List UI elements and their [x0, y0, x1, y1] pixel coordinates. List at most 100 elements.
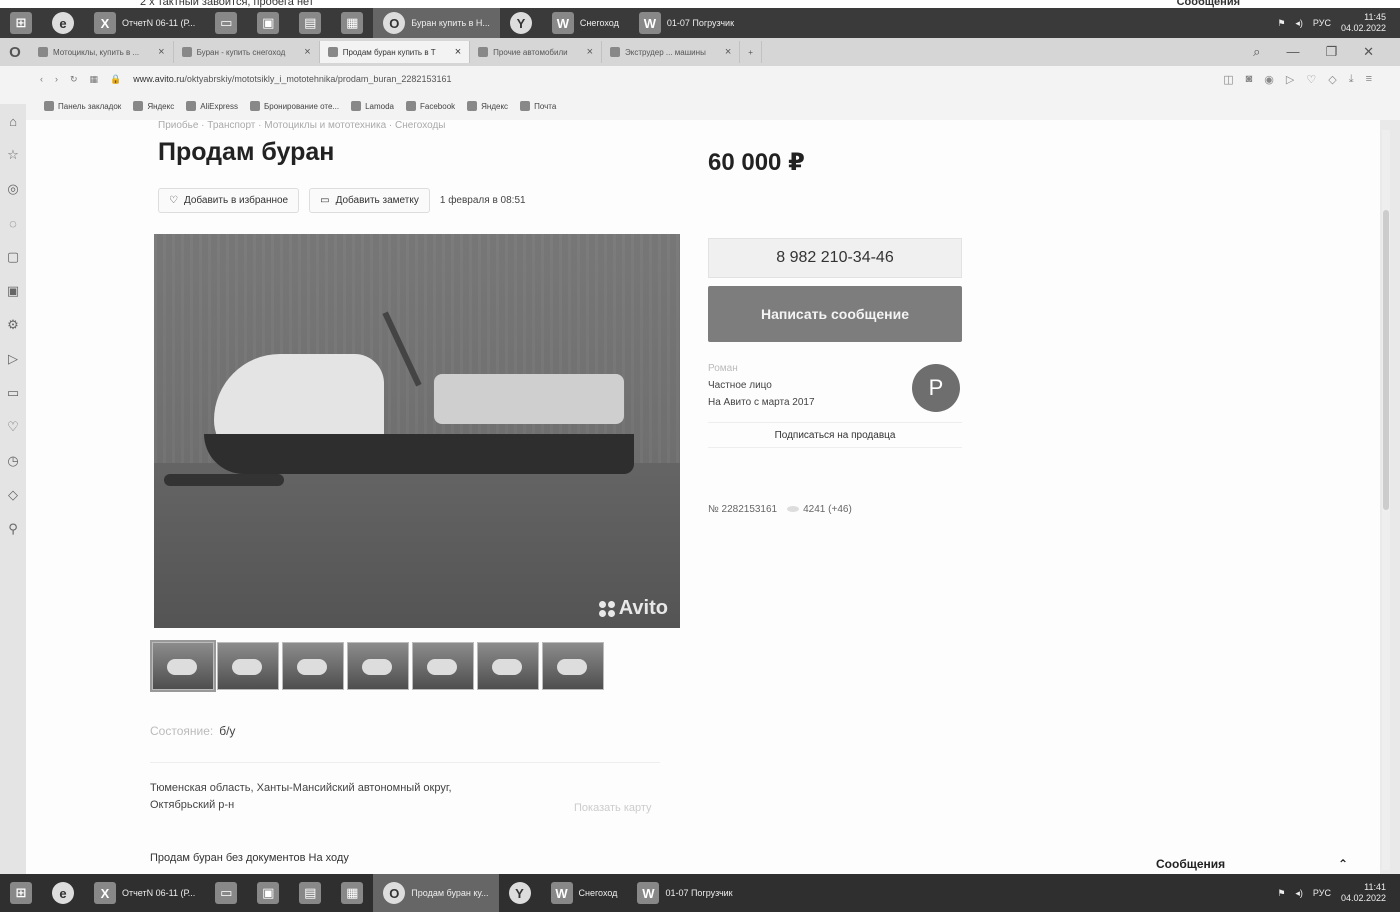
taskbar-item-yandex[interactable]: Y [500, 8, 542, 38]
thumbnail[interactable] [477, 642, 539, 690]
taskbar-item-app2[interactable]: ▣ [247, 874, 289, 912]
tabs-icon[interactable]: ▭ [4, 384, 22, 402]
heart-sidebar-icon[interactable]: ♡ [4, 418, 22, 436]
taskbar-item-app2[interactable]: ▣ [247, 8, 289, 38]
tab-extruder[interactable]: Экструдер ... машины × [602, 41, 741, 63]
settings-icon[interactable]: ⚙ [4, 316, 22, 334]
phone-button[interactable]: 8 982 210-34-46 [708, 238, 962, 278]
subscribe-seller-button[interactable]: Подписаться на продавца [708, 422, 962, 448]
opera-menu-icon[interactable]: O [0, 44, 30, 61]
menu-icon[interactable]: ≡ [1366, 73, 1372, 86]
back-icon[interactable]: ‹ [40, 74, 43, 84]
messages-panel[interactable]: Сообщения ⌃ [1156, 850, 1360, 874]
flag-icon[interactable]: ⚑ [1277, 18, 1285, 29]
close-icon[interactable]: × [455, 46, 461, 58]
taskbar-item-browser[interactable]: O Буран купить в Н... [373, 8, 500, 38]
snapshot-icon[interactable]: ◫ [1223, 73, 1233, 86]
bookmark-yandex-2[interactable]: Яндекс [467, 101, 508, 111]
vk-icon[interactable]: ◌ [4, 214, 22, 232]
history-icon[interactable]: ◷ [4, 452, 22, 470]
home-icon[interactable]: ⌂ [4, 112, 22, 130]
start-button[interactable]: ⊞ [0, 874, 42, 912]
restore-icon[interactable]: ❐ [1325, 44, 1337, 60]
bookmark-facebook[interactable]: Facebook [406, 101, 455, 111]
search-tabs-icon[interactable]: ⌕ [1253, 44, 1260, 60]
close-icon[interactable]: × [158, 46, 164, 58]
taskbar-item-app3[interactable]: ▤ [289, 8, 331, 38]
bookmark-lamoda[interactable]: Lamoda [351, 101, 394, 111]
language-indicator[interactable]: РУС [1313, 888, 1331, 898]
cube-sidebar-icon[interactable]: ◇ [4, 486, 22, 504]
close-window-icon[interactable]: ✕ [1363, 44, 1374, 60]
taskbar-item-loader[interactable]: W 01-07 Погрузчик [627, 874, 742, 912]
thumbnail[interactable] [217, 642, 279, 690]
taskbar-ie[interactable]: e [42, 8, 84, 38]
lock-icon: 🔒 [110, 73, 122, 84]
messenger-icon[interactable]: ◎ [4, 180, 22, 198]
taskbar-item-app3[interactable]: ▤ [289, 874, 331, 912]
url-field[interactable]: www.avito.ru/oktyabrskiy/mototsikly_i_mo… [133, 74, 451, 84]
reload-icon[interactable]: ↻ [70, 74, 78, 85]
camera-icon[interactable]: ◙ [1246, 73, 1253, 86]
thumbnail[interactable] [412, 642, 474, 690]
taskbar-item-app4[interactable]: ▦ [331, 8, 373, 38]
taskbar-item-loader[interactable]: W 01-07 Погрузчик [629, 8, 744, 38]
taskbar-item-report[interactable]: X ОтчетN 06-11 (Р... [84, 874, 205, 912]
clock[interactable]: 11:41 04.02.2022 [1341, 882, 1386, 904]
start-button[interactable]: ⊞ [0, 8, 42, 38]
taskbar-item-app4[interactable]: ▦ [331, 874, 373, 912]
star-icon[interactable]: ☆ [4, 146, 22, 164]
clock[interactable]: 11:45 04.02.2022 [1341, 12, 1386, 34]
cube-icon[interactable]: ◇ [1328, 73, 1336, 86]
thumbnail[interactable] [542, 642, 604, 690]
taskbar-item-browser[interactable]: O Продам буран ку... [373, 874, 499, 912]
close-icon[interactable]: × [725, 46, 731, 58]
player-sidebar-icon[interactable]: ▷ [4, 350, 22, 368]
tab-other-cars[interactable]: Прочие автомобили × [470, 41, 603, 63]
add-favorite-button[interactable]: ♡ Добавить в избранное [158, 188, 300, 213]
breadcrumb[interactable]: Приобье · Транспорт · Мотоциклы и мототе… [158, 120, 445, 131]
close-icon[interactable]: × [304, 46, 310, 58]
thumbnail[interactable] [150, 640, 216, 692]
bookmark-mail[interactable]: Почта [520, 101, 556, 111]
bookmark-aliexpress[interactable]: AliExpress [186, 101, 238, 111]
taskbar-item-snowmobile[interactable]: W Снегоход [542, 8, 629, 38]
instagram-icon[interactable]: ▣ [4, 282, 22, 300]
main-photo[interactable]: Avito [154, 234, 680, 628]
new-tab-button[interactable]: + [740, 41, 762, 63]
forward-icon[interactable]: › [55, 74, 58, 84]
flag-icon[interactable]: ⚑ [1277, 888, 1285, 899]
volume-icon[interactable]: ◂) [1295, 888, 1303, 899]
taskbar-item-yandex[interactable]: Y [499, 874, 541, 912]
bookmark-yandex[interactable]: Яндекс [133, 101, 174, 111]
taskbar-item-app1[interactable]: ▭ [205, 874, 247, 912]
bookmark-booking[interactable]: Бронирование оте... [250, 101, 339, 111]
taskbar-item-snowmobile[interactable]: W Снегоход [541, 874, 628, 912]
minimize-icon[interactable]: — [1286, 44, 1299, 60]
speed-dial-icon[interactable]: ▦ [90, 74, 99, 85]
volume-icon[interactable]: ◂) [1295, 18, 1303, 29]
player-icon[interactable]: ▷ [1286, 73, 1294, 86]
write-message-button[interactable]: Написать сообщение [708, 286, 962, 342]
page-scrollbar[interactable] [1382, 130, 1390, 870]
show-map-link[interactable]: Показать карту [574, 802, 652, 814]
location-icon[interactable]: ⚲ [4, 520, 22, 538]
tab-motorcycles[interactable]: Мотоциклы, купить в ... × [30, 41, 174, 63]
thumbnail[interactable] [347, 642, 409, 690]
add-note-button[interactable]: ▭ Добавить заметку [309, 188, 430, 213]
avatar[interactable]: Р [912, 364, 960, 412]
calendar-icon[interactable]: ▢ [4, 248, 22, 266]
taskbar-item-app1[interactable]: ▭ [205, 8, 247, 38]
download-icon[interactable]: ⤓ [1349, 73, 1354, 86]
close-icon[interactable]: × [587, 46, 593, 58]
language-indicator[interactable]: РУС [1313, 18, 1331, 28]
vpn-icon[interactable]: ◉ [1264, 73, 1274, 86]
thumbnail[interactable] [282, 642, 344, 690]
taskbar-item-report[interactable]: X ОтчетN 06-11 (Р... [84, 8, 205, 38]
heart-icon[interactable]: ♡ [1306, 73, 1316, 86]
tab-active-listing[interactable]: Продам буран купить в Т × [319, 41, 471, 63]
bookmark-panel[interactable]: Панель закладок [44, 101, 121, 111]
avito-logo-icon [598, 600, 615, 617]
taskbar-ie[interactable]: e [42, 874, 84, 912]
tab-buran-buy[interactable]: Буран - купить снегоход × [174, 41, 320, 63]
